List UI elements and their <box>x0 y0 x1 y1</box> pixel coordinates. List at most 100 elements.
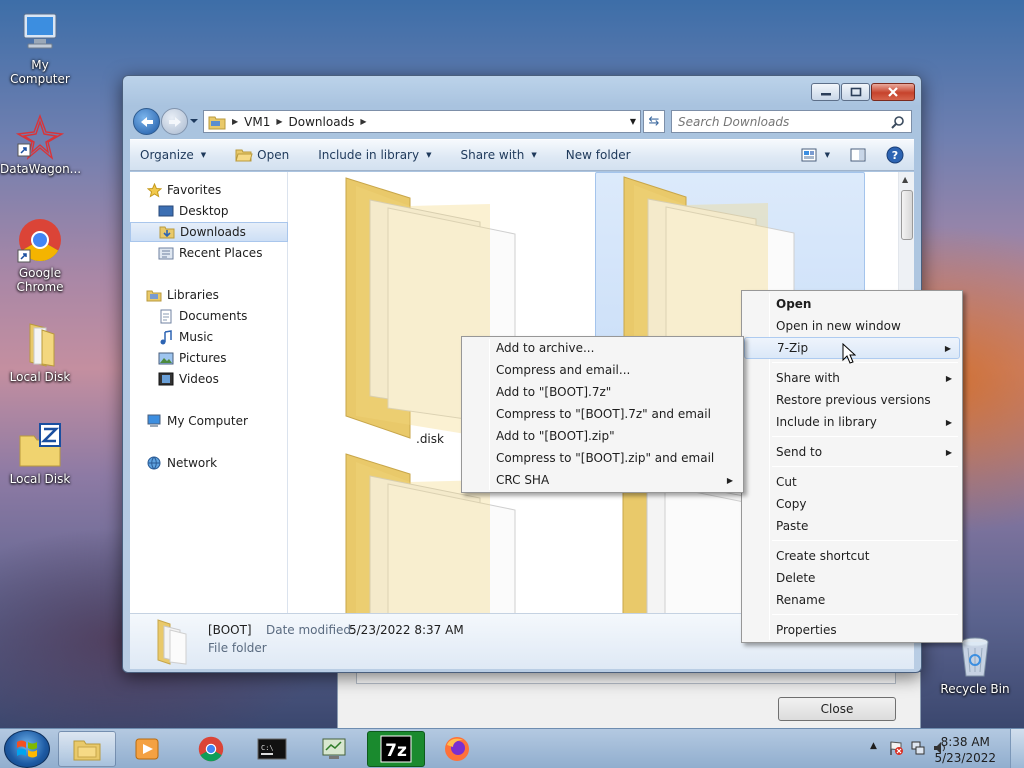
menu-item-compress-and-email[interactable]: Compress and email... <box>464 359 741 381</box>
desktop-icon-my-computer[interactable]: My Computer <box>0 8 80 86</box>
desktop-icon-local-disk-2[interactable]: Local Disk <box>0 422 80 486</box>
taskbar: C:\ 7z ▲ 8:38 AM 5/23/2022 <box>0 728 1024 768</box>
svg-text:7z: 7z <box>385 741 407 761</box>
menu-item-compress-zip-email[interactable]: Compress to "[BOOT].zip" and email <box>464 447 741 469</box>
close-icon <box>888 87 898 97</box>
help-icon[interactable]: ? <box>886 146 904 164</box>
preview-pane-icon[interactable] <box>850 148 866 162</box>
scrollbar-thumb[interactable] <box>901 190 913 240</box>
menu-item-paste[interactable]: Paste <box>744 515 960 537</box>
forward-button[interactable] <box>161 108 188 135</box>
menu-item-label: CRC SHA <box>496 473 550 487</box>
nav-music[interactable]: Music <box>130 327 288 347</box>
desktop-icon-label: DataWagon... <box>0 162 82 176</box>
desktop-icon-label: Recycle Bin <box>940 682 1010 696</box>
back-button[interactable] <box>133 108 160 135</box>
menu-item-copy[interactable]: Copy <box>744 493 960 515</box>
menu-item-properties[interactable]: Properties <box>744 619 960 641</box>
details-modified-value: 5/23/2022 8:37 AM <box>349 623 464 637</box>
nav-libraries[interactable]: Libraries <box>130 285 288 305</box>
menu-item-open-new-window[interactable]: Open in new window <box>744 315 960 337</box>
menu-item-label: Paste <box>776 519 809 533</box>
menu-item-label: Add to archive... <box>496 341 595 355</box>
menu-item-send-to[interactable]: Send to ▶ <box>744 441 960 463</box>
arrow-right-icon <box>168 116 181 127</box>
taskbar-chrome[interactable] <box>182 731 240 767</box>
nav-label: Music <box>179 330 214 344</box>
change-view-button[interactable]: ▼ <box>801 148 830 162</box>
close-button[interactable] <box>871 83 915 101</box>
start-button[interactable] <box>4 730 50 768</box>
taskbar-media-player[interactable] <box>118 731 176 767</box>
taskbar-7zip[interactable]: 7z <box>367 731 425 767</box>
scroll-up-icon[interactable]: ▲ <box>902 175 908 184</box>
show-desktop-button[interactable] <box>1010 729 1024 768</box>
search-input[interactable] <box>678 114 878 129</box>
breadcrumb-separator-icon[interactable]: ▶ <box>360 117 366 126</box>
nav-my-computer[interactable]: My Computer <box>130 411 288 431</box>
nav-downloads[interactable]: Downloads <box>130 222 288 242</box>
computer-small-icon <box>146 413 162 429</box>
clock[interactable]: 8:38 AM 5/23/2022 <box>934 734 996 766</box>
minimize-button[interactable] <box>811 83 840 101</box>
svg-text:?: ? <box>892 149 898 162</box>
network-tray-icon[interactable] <box>910 740 926 756</box>
downloads-folder-icon <box>159 224 175 240</box>
address-bar[interactable]: ▶ VM1 ▶ Downloads ▶ ▼ <box>203 110 641 133</box>
address-history-dropdown-icon[interactable]: ▼ <box>630 117 636 126</box>
svg-text:C:\: C:\ <box>261 744 274 752</box>
recent-pages-dropdown[interactable] <box>189 115 199 127</box>
share-with-menu[interactable]: Share with ▼ <box>460 148 536 162</box>
menu-item-delete[interactable]: Delete <box>744 567 960 589</box>
nav-documents[interactable]: Documents <box>130 306 288 326</box>
menu-item-add-to-7z[interactable]: Add to "[BOOT].7z" <box>464 381 741 403</box>
desktop-icon-chrome[interactable]: Google Chrome <box>0 216 80 294</box>
maximize-button[interactable] <box>841 83 870 101</box>
nav-favorites[interactable]: Favorites <box>146 180 286 200</box>
menu-item-add-to-archive[interactable]: Add to archive... <box>464 337 741 359</box>
menu-item-create-shortcut[interactable]: Create shortcut <box>744 545 960 567</box>
organize-menu[interactable]: Organize ▼ <box>140 148 206 162</box>
taskbar-firefox[interactable] <box>428 731 486 767</box>
menu-item-add-to-zip[interactable]: Add to "[BOOT].zip" <box>464 425 741 447</box>
include-in-library-menu[interactable]: Include in library ▼ <box>318 148 431 162</box>
menu-item-restore-previous-versions[interactable]: Restore previous versions <box>744 389 960 411</box>
menu-item-rename[interactable]: Rename <box>744 589 960 611</box>
chevron-down-icon: ▼ <box>426 151 432 159</box>
tray-expand-icon[interactable]: ▲ <box>870 741 877 751</box>
star-icon <box>146 182 162 198</box>
breadcrumb-vm1[interactable]: VM1 <box>244 115 270 129</box>
menu-item-share-with[interactable]: Share with ▶ <box>744 367 960 389</box>
action-center-flag-icon[interactable] <box>888 740 904 756</box>
maximize-icon <box>850 87 861 97</box>
new-folder-command[interactable]: New folder <box>566 148 631 162</box>
nav-desktop[interactable]: Desktop <box>130 201 288 221</box>
nav-pictures[interactable]: Pictures <box>130 348 288 368</box>
taskbar-command-prompt[interactable]: C:\ <box>243 731 301 767</box>
breadcrumb-separator-icon[interactable]: ▶ <box>232 117 238 126</box>
dialog-close-button[interactable]: Close <box>778 697 896 721</box>
refresh-button[interactable]: ⇆ <box>643 110 665 133</box>
open-command[interactable]: Open <box>235 148 289 162</box>
clock-date: 5/23/2022 <box>934 751 996 765</box>
menu-item-open[interactable]: Open <box>744 293 960 315</box>
search-box[interactable] <box>671 110 912 133</box>
desktop-icon-datawagon[interactable]: DataWagon... <box>0 112 82 176</box>
explorer-icon <box>73 740 101 761</box>
taskbar-explorer[interactable] <box>58 731 116 767</box>
navigation-pane: Favorites Desktop Downloads Recent Place… <box>130 172 288 613</box>
dialog-text-area[interactable] <box>356 672 896 684</box>
taskbar-network-app[interactable] <box>305 731 363 767</box>
nav-videos[interactable]: Videos <box>130 369 288 389</box>
breadcrumb-separator-icon[interactable]: ▶ <box>276 117 282 126</box>
desktop-icon-local-disk-1[interactable]: Local Disk <box>0 320 80 384</box>
menu-item-compress-7z-email[interactable]: Compress to "[BOOT].7z" and email <box>464 403 741 425</box>
menu-item-cut[interactable]: Cut <box>744 471 960 493</box>
nav-network[interactable]: Network <box>130 453 288 473</box>
nav-recent-places[interactable]: Recent Places <box>130 243 288 263</box>
system-tray: ▲ 8:38 AM 5/23/2022 <box>844 729 1024 768</box>
menu-item-include-in-library[interactable]: Include in library ▶ <box>744 411 960 433</box>
menu-item-crc-sha[interactable]: CRC SHA ▶ <box>464 469 741 491</box>
breadcrumb-downloads[interactable]: Downloads <box>289 115 355 129</box>
firefox-icon <box>445 737 469 761</box>
